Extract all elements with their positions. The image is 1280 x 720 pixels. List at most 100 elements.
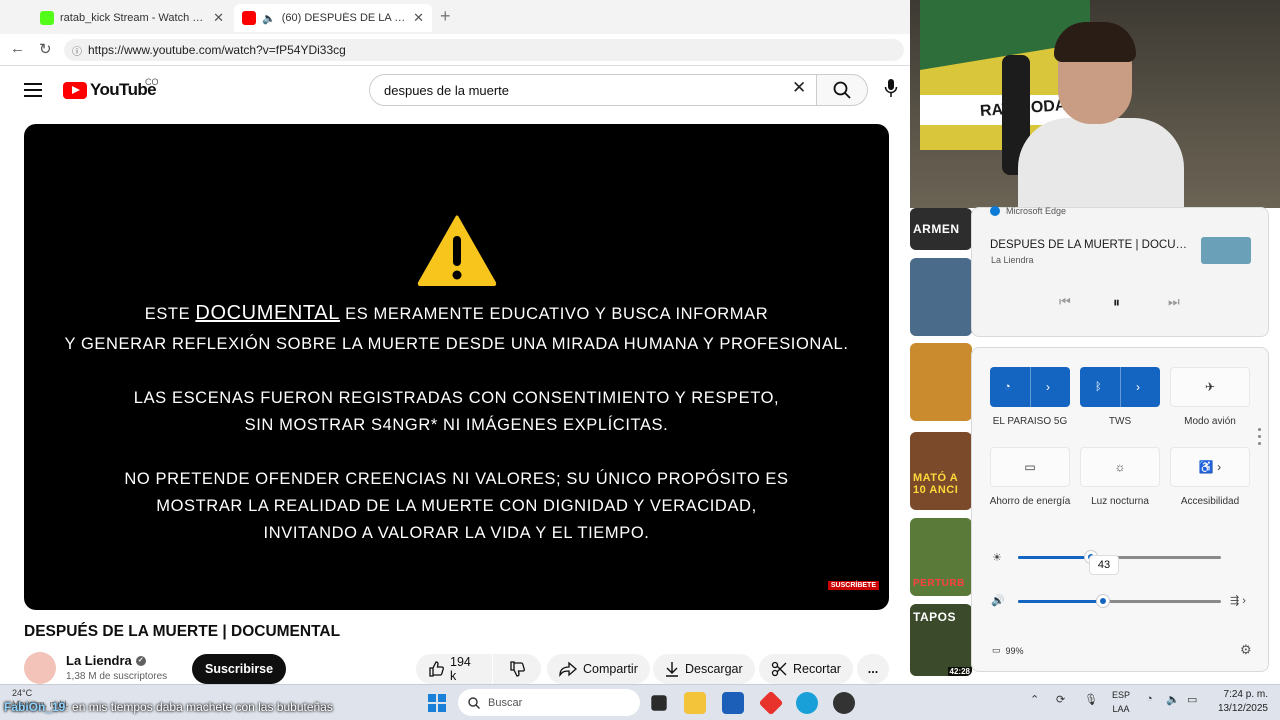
sync-icon[interactable]: ⟳	[1056, 693, 1065, 706]
clock[interactable]: 7:24 p. m. 13/12/2025	[1212, 688, 1268, 716]
chat-username: FabiOn_19	[4, 700, 66, 714]
show-hidden-icons-icon[interactable]: ⌃	[1030, 693, 1039, 706]
close-tab-icon[interactable]: ✕	[413, 10, 424, 26]
store-icon[interactable]	[722, 692, 744, 714]
related-thumb[interactable]: PERTURB	[910, 518, 972, 596]
volume-knob[interactable]	[1096, 594, 1111, 608]
quick-settings-panel: ◔ › EL PARAISO 5G ᛒ › TWS ✈ Modo avión ▭…	[971, 347, 1269, 672]
reload-icon[interactable]: ↻	[39, 40, 52, 58]
battery-status[interactable]: ▭ 99%	[992, 645, 1024, 656]
airplane-icon: ✈	[1204, 380, 1216, 394]
night-light-icon: ☼	[1114, 460, 1126, 474]
speaker-icon[interactable]: 🔈	[262, 12, 276, 25]
new-tab-icon[interactable]: +	[440, 6, 451, 27]
search-input[interactable]: despues de la muerte	[369, 74, 817, 106]
subscribe-button[interactable]: Suscribirse	[192, 654, 287, 684]
audio-output-icon[interactable]: ⇶ ›	[1230, 594, 1246, 607]
bluetooth-icon: ᛒ	[1095, 381, 1102, 393]
share-button[interactable]: Compartir	[547, 654, 650, 684]
date: 13/12/2025	[1217, 703, 1268, 714]
volume-icon[interactable]: 🔊	[991, 594, 1005, 607]
warning-icon	[417, 215, 497, 286]
wifi-tray-icon[interactable]: ◔	[1146, 693, 1153, 705]
previous-track-icon[interactable]: ⏮	[1059, 294, 1071, 310]
dislike-button[interactable]	[493, 654, 541, 684]
volume-tray-icon[interactable]: 🔈	[1166, 693, 1180, 706]
verified-icon: ✓	[135, 655, 146, 666]
battery-tray-icon[interactable]: ▭	[1187, 693, 1197, 706]
obs-icon[interactable]	[833, 692, 855, 714]
page-indicator[interactable]	[1258, 428, 1262, 449]
tab-youtube-video[interactable]: 🔈 (60) DESPUÉS DE LA MUERTE ✕	[234, 4, 432, 32]
channel-name-link[interactable]: La Liendra ✓	[66, 653, 146, 668]
site-info-icon[interactable]: ⓘ	[72, 43, 82, 58]
media-artist: La Liendra	[991, 255, 1034, 265]
video-player[interactable]: ESTE DOCUMENTAL ES MERAMENTE EDUCATIVO Y…	[24, 124, 889, 610]
like-button[interactable]: 194 k	[416, 654, 492, 684]
clip-button[interactable]: Recortar	[759, 654, 853, 684]
edge-icon[interactable]	[796, 692, 818, 714]
search-button[interactable]	[816, 74, 868, 106]
search-icon	[833, 81, 851, 99]
related-thumb[interactable]: TAPOS 42:28	[910, 604, 972, 676]
energy-saver-toggle[interactable]: ▭	[990, 447, 1070, 487]
taskbar-search[interactable]: Buscar	[458, 689, 640, 716]
back-arrow-icon[interactable]: ←	[10, 40, 25, 57]
bluetooth-chevron-icon[interactable]: ›	[1136, 380, 1140, 394]
streamer-body	[1018, 118, 1184, 208]
temperature: 24°C	[12, 688, 33, 698]
thumb-duration: 42:28	[947, 667, 972, 676]
download-label: Descargar	[685, 662, 743, 676]
download-button[interactable]: Descargar	[653, 654, 755, 684]
accessibility-toggle[interactable]: ♿ ›	[1170, 447, 1250, 487]
next-track-icon[interactable]: ⏭	[1168, 294, 1180, 310]
related-thumb[interactable]: MATÓ A 10 ANCI	[910, 432, 972, 510]
subscriber-count: 1,38 M de suscriptores	[66, 671, 168, 682]
pause-icon[interactable]: ⏸	[1113, 294, 1120, 311]
webcam-overlay: RATAJODA	[910, 0, 1280, 208]
app-red-icon[interactable]	[758, 690, 784, 716]
tab-kick-stream[interactable]: ratab_kick Stream - Watch Live on ✕	[32, 4, 232, 32]
related-thumb[interactable]: ARMEN	[910, 208, 972, 250]
task-view-icon[interactable]	[651, 695, 667, 711]
youtube-header: YouTube CO despues de la muerte ✕	[0, 66, 910, 116]
brightness-tooltip: 43	[1089, 555, 1119, 575]
language-indicator[interactable]: ESP LAA	[1112, 688, 1130, 716]
url-field[interactable]: ⓘ https://www.youtube.com/watch?v=fP54YD…	[64, 39, 904, 61]
bluetooth-toggle[interactable]: ᛒ ›	[1080, 367, 1160, 407]
night-light-toggle[interactable]: ☼	[1080, 447, 1160, 487]
file-explorer-icon[interactable]	[684, 692, 706, 714]
airplane-mode-toggle[interactable]: ✈	[1170, 367, 1250, 407]
brightness-slider[interactable]	[1018, 550, 1221, 564]
subscribe-watermark: SUSCRÍBETE	[827, 581, 879, 590]
stream-chat-caption: FabiOn_19: en mis tiempos daba machete c…	[4, 700, 333, 714]
search-value: despues de la muerte	[384, 82, 510, 98]
youtube-logo[interactable]: YouTube	[63, 80, 157, 100]
volume-slider[interactable]	[1018, 594, 1221, 608]
clear-search-icon[interactable]: ✕	[792, 78, 806, 98]
more-actions-button[interactable]: ...	[857, 654, 889, 684]
tab-title: (60) DESPUÉS DE LA MUERTE	[281, 12, 407, 24]
media-source: Microsoft Edge	[990, 206, 1066, 216]
tab-title: ratab_kick Stream - Watch Live on	[60, 12, 207, 24]
share-icon	[559, 661, 577, 677]
clip-label: Recortar	[793, 662, 841, 676]
channel-name: La Liendra	[66, 653, 132, 668]
related-thumb[interactable]	[910, 343, 972, 421]
channel-avatar[interactable]	[24, 652, 56, 684]
microphone-icon[interactable]	[884, 78, 898, 98]
related-thumb[interactable]	[910, 258, 972, 336]
streamer-hair	[1054, 22, 1136, 62]
close-tab-icon[interactable]: ✕	[213, 10, 224, 26]
kick-favicon-icon	[40, 11, 54, 25]
mic-tray-icon[interactable]: 🎙	[1084, 693, 1098, 706]
wifi-chevron-icon[interactable]: ›	[1046, 380, 1050, 394]
start-button[interactable]	[428, 694, 446, 712]
settings-gear-icon[interactable]: ⚙	[1240, 642, 1252, 658]
wifi-toggle[interactable]: ◔ ›	[990, 367, 1070, 407]
download-icon	[666, 662, 678, 677]
menu-icon[interactable]	[24, 83, 42, 101]
media-artwork	[1201, 237, 1251, 264]
disclaimer-line-5: NO PRETENDE OFENDER CREENCIAS NI VALORES…	[124, 470, 789, 488]
thumbs-up-icon	[429, 661, 444, 677]
